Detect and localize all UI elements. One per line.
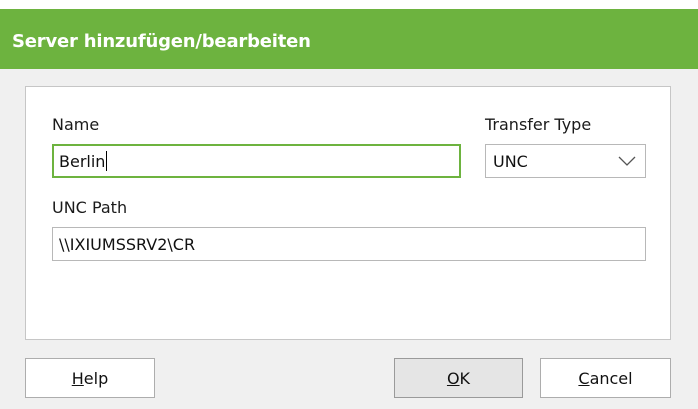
text-caret [106,151,108,171]
server-dialog: Server hinzufügen/bearbeiten Name Berlin… [0,0,698,409]
help-button-mnemonic: H [71,368,84,388]
name-input-value: Berlin [59,151,106,171]
name-label: Name [52,115,100,134]
ok-button[interactable]: OK [394,358,523,398]
help-button[interactable]: Help [25,358,155,398]
name-input[interactable]: Berlin [52,144,461,178]
transfer-type-value: UNC [493,151,528,171]
transfer-type-label: Transfer Type [485,115,592,134]
chevron-down-icon[interactable] [617,154,637,168]
cancel-button-label: ancel [589,368,633,388]
form-panel: Name Berlin Transfer Type UNC UNC Path \… [25,86,671,340]
unc-path-input[interactable]: \\IXIUMSSRV2\CR [52,227,646,261]
dialog-title: Server hinzufügen/bearbeiten [12,31,311,52]
ok-button-mnemonic: O [446,368,460,388]
transfer-type-select[interactable]: UNC [485,144,646,178]
cancel-button[interactable]: Cancel [540,358,671,398]
unc-path-value: \\IXIUMSSRV2\CR [59,234,196,254]
unc-path-label: UNC Path [52,198,128,217]
ok-button-label: K [459,368,471,388]
cancel-button-mnemonic: C [578,368,590,388]
help-button-label: elp [83,368,109,388]
dialog-titlebar: Server hinzufügen/bearbeiten [0,0,698,69]
